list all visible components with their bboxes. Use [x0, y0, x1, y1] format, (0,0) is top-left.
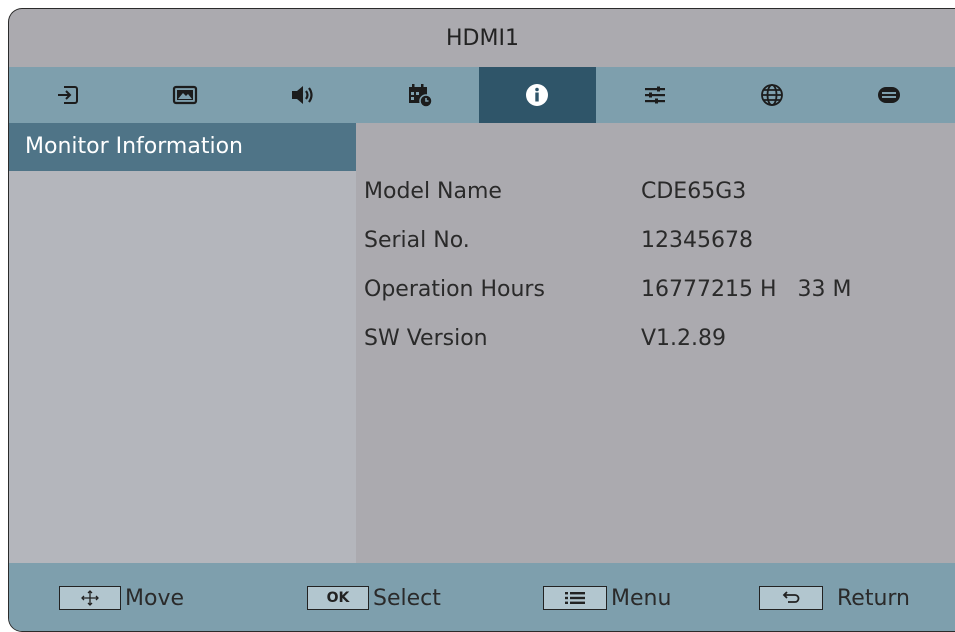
- return-key: [759, 586, 823, 610]
- tab-information[interactable]: [478, 67, 596, 123]
- hint-select: OK Select: [307, 583, 441, 613]
- schedule-icon: [407, 82, 433, 108]
- info-label: SW Version: [364, 326, 488, 351]
- info-value: 16777215 H 33 M: [641, 277, 852, 302]
- tab-input[interactable]: [9, 67, 126, 123]
- info-value: V1.2.89: [641, 326, 727, 351]
- info-label: Serial No.: [364, 228, 470, 253]
- source-title: HDMI1: [9, 9, 955, 67]
- globe-icon: [759, 82, 785, 108]
- tab-audio[interactable]: [244, 67, 361, 123]
- hint-return: Return: [759, 583, 910, 613]
- hint-select-label: Select: [373, 585, 441, 611]
- hint-menu: Menu: [543, 583, 671, 613]
- info-panel: Model Name CDE65G3 Serial No. 12345678 O…: [356, 123, 955, 563]
- four-way-arrow-icon: [79, 589, 101, 607]
- tab-picture[interactable]: [126, 67, 243, 123]
- menu-lines-icon: [564, 591, 586, 605]
- settings-sliders-icon: [642, 82, 668, 108]
- hint-menu-label: Menu: [611, 585, 672, 611]
- ok-key: OK: [307, 586, 369, 610]
- source-title-text: HDMI1: [446, 25, 519, 51]
- menu-key: [543, 586, 607, 610]
- info-label: Model Name: [364, 179, 502, 204]
- info-value: 12345678: [641, 228, 753, 253]
- submenu-item-label: Monitor Information: [25, 134, 243, 159]
- hint-move: Move: [59, 583, 184, 613]
- footer-hint-bar: Move OK Select Menu Return: [9, 563, 955, 631]
- speaker-icon: [289, 82, 315, 108]
- submenu-panel: Monitor Information: [9, 123, 356, 563]
- picture-icon: [172, 82, 198, 108]
- hint-return-label: Return: [837, 585, 911, 611]
- info-label: Operation Hours: [364, 277, 545, 302]
- move-key: [59, 586, 121, 610]
- submenu-item-monitor-information[interactable]: Monitor Information: [9, 123, 356, 171]
- tab-schedule[interactable]: [361, 67, 478, 123]
- tab-partial: [948, 67, 955, 123]
- info-icon: [524, 82, 550, 108]
- display-port-icon: [876, 82, 902, 108]
- tab-display-port[interactable]: [831, 67, 948, 123]
- osd-menu: HDMI1 Monitor Information Model Name CDE…: [8, 8, 955, 632]
- menu-tab-bar: [9, 67, 955, 123]
- tab-network[interactable]: [713, 67, 830, 123]
- return-arrow-icon: [780, 591, 802, 605]
- input-source-icon: [55, 82, 81, 108]
- hint-move-label: Move: [125, 585, 184, 611]
- info-value: CDE65G3: [641, 179, 747, 204]
- tab-settings[interactable]: [596, 67, 713, 123]
